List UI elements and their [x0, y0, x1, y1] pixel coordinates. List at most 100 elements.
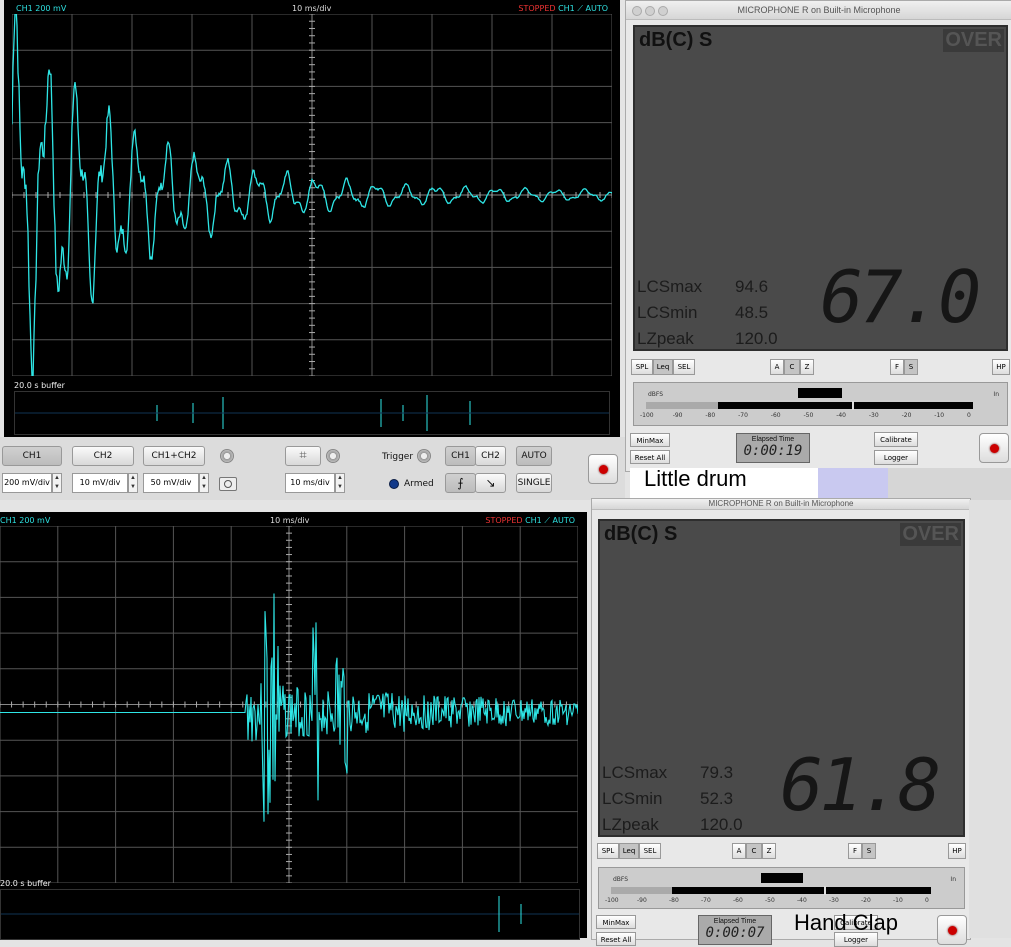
- hand-clap-label: Hand Clap: [794, 910, 898, 935]
- dbfs-tick-label: -10: [893, 897, 903, 904]
- stat-row: LCSmin 52.3: [602, 789, 734, 808]
- weighting-mode: dB(C) S: [604, 523, 678, 545]
- background-window: [969, 500, 1011, 938]
- background-window: [888, 468, 1011, 500]
- close-icon[interactable]: [632, 6, 642, 16]
- dbfs-tick-label: -50: [765, 897, 775, 904]
- z-weight-button[interactable]: Z: [800, 359, 814, 375]
- elapsed-time: Elapsed Time 0:00:19: [736, 433, 810, 463]
- time-scale-field[interactable]: 10 ms/div: [285, 473, 335, 493]
- gear-icon[interactable]: [220, 449, 234, 463]
- slow-button[interactable]: S: [862, 843, 876, 859]
- sel-button[interactable]: SEL: [639, 843, 661, 859]
- dbfs-tick-label: -90: [672, 412, 683, 419]
- gear-icon[interactable]: [417, 449, 431, 463]
- ch2-scale-stepper[interactable]: ▲ ▼: [128, 473, 138, 493]
- time-scale-stepper[interactable]: ▲ ▼: [335, 473, 345, 493]
- dbfs-tick-label: -20: [861, 897, 871, 904]
- calibrate-button[interactable]: Calibrate: [874, 432, 918, 447]
- dbfs-tick-label: 0: [925, 897, 929, 904]
- dbfs-tick-label: -40: [797, 897, 807, 904]
- top-waveform-grid[interactable]: [12, 14, 612, 376]
- top-scope: CH1 200 mV 10 ms/div STOPPED CH1 ⟋ AUTO …: [4, 0, 620, 437]
- trigger-ch2-button[interactable]: CH2: [475, 446, 506, 466]
- z-weight-button[interactable]: Z: [762, 843, 776, 859]
- stat-row: LCSmax 94.6: [637, 277, 769, 296]
- falling-edge-button[interactable]: ↘: [475, 473, 506, 493]
- buffer-label: 20.0 s buffer: [0, 879, 51, 888]
- minmax-button[interactable]: MinMax: [630, 433, 670, 447]
- timebase-label: 10 ms/div: [270, 516, 310, 525]
- rising-edge-button[interactable]: ⨍: [445, 473, 476, 493]
- channel-label: CH1 200 mV: [0, 516, 51, 525]
- logger-button[interactable]: Logger: [874, 450, 918, 465]
- dbfs-tick-label: -30: [829, 897, 839, 904]
- fast-button[interactable]: F: [890, 359, 904, 375]
- ch1-scale-stepper[interactable]: ▲ ▼: [52, 473, 62, 493]
- minmax-button[interactable]: MinMax: [596, 915, 636, 929]
- dbfs-tick-label: -60: [733, 897, 743, 904]
- hp-button[interactable]: HP: [948, 843, 966, 859]
- record-button[interactable]: [979, 433, 1009, 463]
- single-button[interactable]: SINGLE: [516, 473, 552, 493]
- timebase-label: 10 ms/div: [292, 4, 332, 13]
- a-weight-button[interactable]: A: [770, 359, 784, 375]
- a-weight-button[interactable]: A: [732, 843, 746, 859]
- reset-all-button[interactable]: Reset All: [630, 450, 670, 464]
- record-button[interactable]: [588, 454, 618, 484]
- reset-all-button[interactable]: Reset All: [596, 932, 636, 946]
- minimize-icon[interactable]: [645, 6, 655, 16]
- grid-button[interactable]: ⌗: [285, 446, 321, 466]
- dbfs-tick-label: -90: [637, 897, 647, 904]
- sum-scale-stepper[interactable]: ▲ ▼: [199, 473, 209, 493]
- meter-window-bottom: MICROPHONE R on Built-in Microphone dB(C…: [591, 498, 971, 947]
- c-weight-button[interactable]: C: [746, 843, 762, 859]
- leq-button[interactable]: Leq: [619, 843, 639, 859]
- trigger-mode: AUTO: [585, 4, 608, 13]
- dbfs-tick-label: -10: [934, 412, 945, 419]
- record-button[interactable]: [937, 915, 967, 945]
- bottom-waveform-grid[interactable]: [0, 526, 578, 883]
- sel-button[interactable]: SEL: [673, 359, 695, 375]
- meter-window-top: MICROPHONE R on Built-in Microphone dB(C…: [625, 0, 1011, 472]
- auto-button[interactable]: AUTO: [516, 446, 552, 466]
- buffer-overview[interactable]: [0, 889, 580, 940]
- dbfs-tick-label: -70: [738, 412, 748, 419]
- armed-label: Armed: [404, 479, 434, 489]
- trigger-channel: CH1: [558, 4, 575, 13]
- meter-display: dB(C) S OVER LCSmax 94.6 LCSmin 48.5 LZpea…: [633, 25, 1008, 351]
- bottom-scope: CH1 200 mV 10 ms/div STOPPED CH1 ⟋ AUTO …: [0, 512, 587, 940]
- spl-button[interactable]: SPL: [597, 843, 619, 859]
- sum-scale-field[interactable]: 50 mV/div: [143, 473, 199, 493]
- ch2-scale-field[interactable]: 10 mV/div: [72, 473, 128, 493]
- buffer-overview[interactable]: [14, 391, 610, 435]
- camera-icon[interactable]: [219, 477, 237, 491]
- trigger-channel: CH1: [525, 516, 542, 525]
- zoom-icon[interactable]: [658, 6, 668, 16]
- window-title: MICROPHONE R on Built-in Microphone: [737, 5, 901, 15]
- fast-button[interactable]: F: [848, 843, 862, 859]
- ch1-button[interactable]: CH1: [2, 446, 62, 466]
- spl-reading: 61.8: [780, 743, 941, 827]
- trigger-ch1-button[interactable]: CH1: [445, 446, 476, 466]
- window-titlebar: MICROPHONE R on Built-in Microphone: [626, 1, 1011, 20]
- c-weight-button[interactable]: C: [784, 359, 800, 375]
- dbfs-tick-label: -80: [669, 897, 679, 904]
- hp-button[interactable]: HP: [992, 359, 1010, 375]
- scope-controls: CH1 CH2 CH1+CH2 ⌗ Trigger CH1 CH2 AUTO 2…: [0, 437, 625, 500]
- ch1-scale-field[interactable]: 200 mV/div: [2, 473, 52, 493]
- leq-button[interactable]: Leq: [653, 359, 673, 375]
- spl-button[interactable]: SPL: [631, 359, 653, 375]
- level-bar: [611, 887, 672, 894]
- slow-button[interactable]: S: [904, 359, 918, 375]
- status-label: STOPPED: [485, 516, 523, 525]
- window-title: MICROPHONE R on Built-in Microphone: [708, 499, 854, 508]
- dbfs-tick-label: -20: [901, 412, 912, 419]
- status-label: STOPPED: [518, 4, 556, 13]
- ch2-button[interactable]: CH2: [72, 446, 134, 466]
- gear-icon[interactable]: [326, 449, 340, 463]
- dbfs-tick-label: -80: [705, 412, 716, 419]
- dbfs-tick-label: -50: [803, 412, 814, 419]
- ch1-ch2-button[interactable]: CH1+CH2: [143, 446, 205, 466]
- window-titlebar: MICROPHONE R on Built-in Microphone: [592, 499, 970, 510]
